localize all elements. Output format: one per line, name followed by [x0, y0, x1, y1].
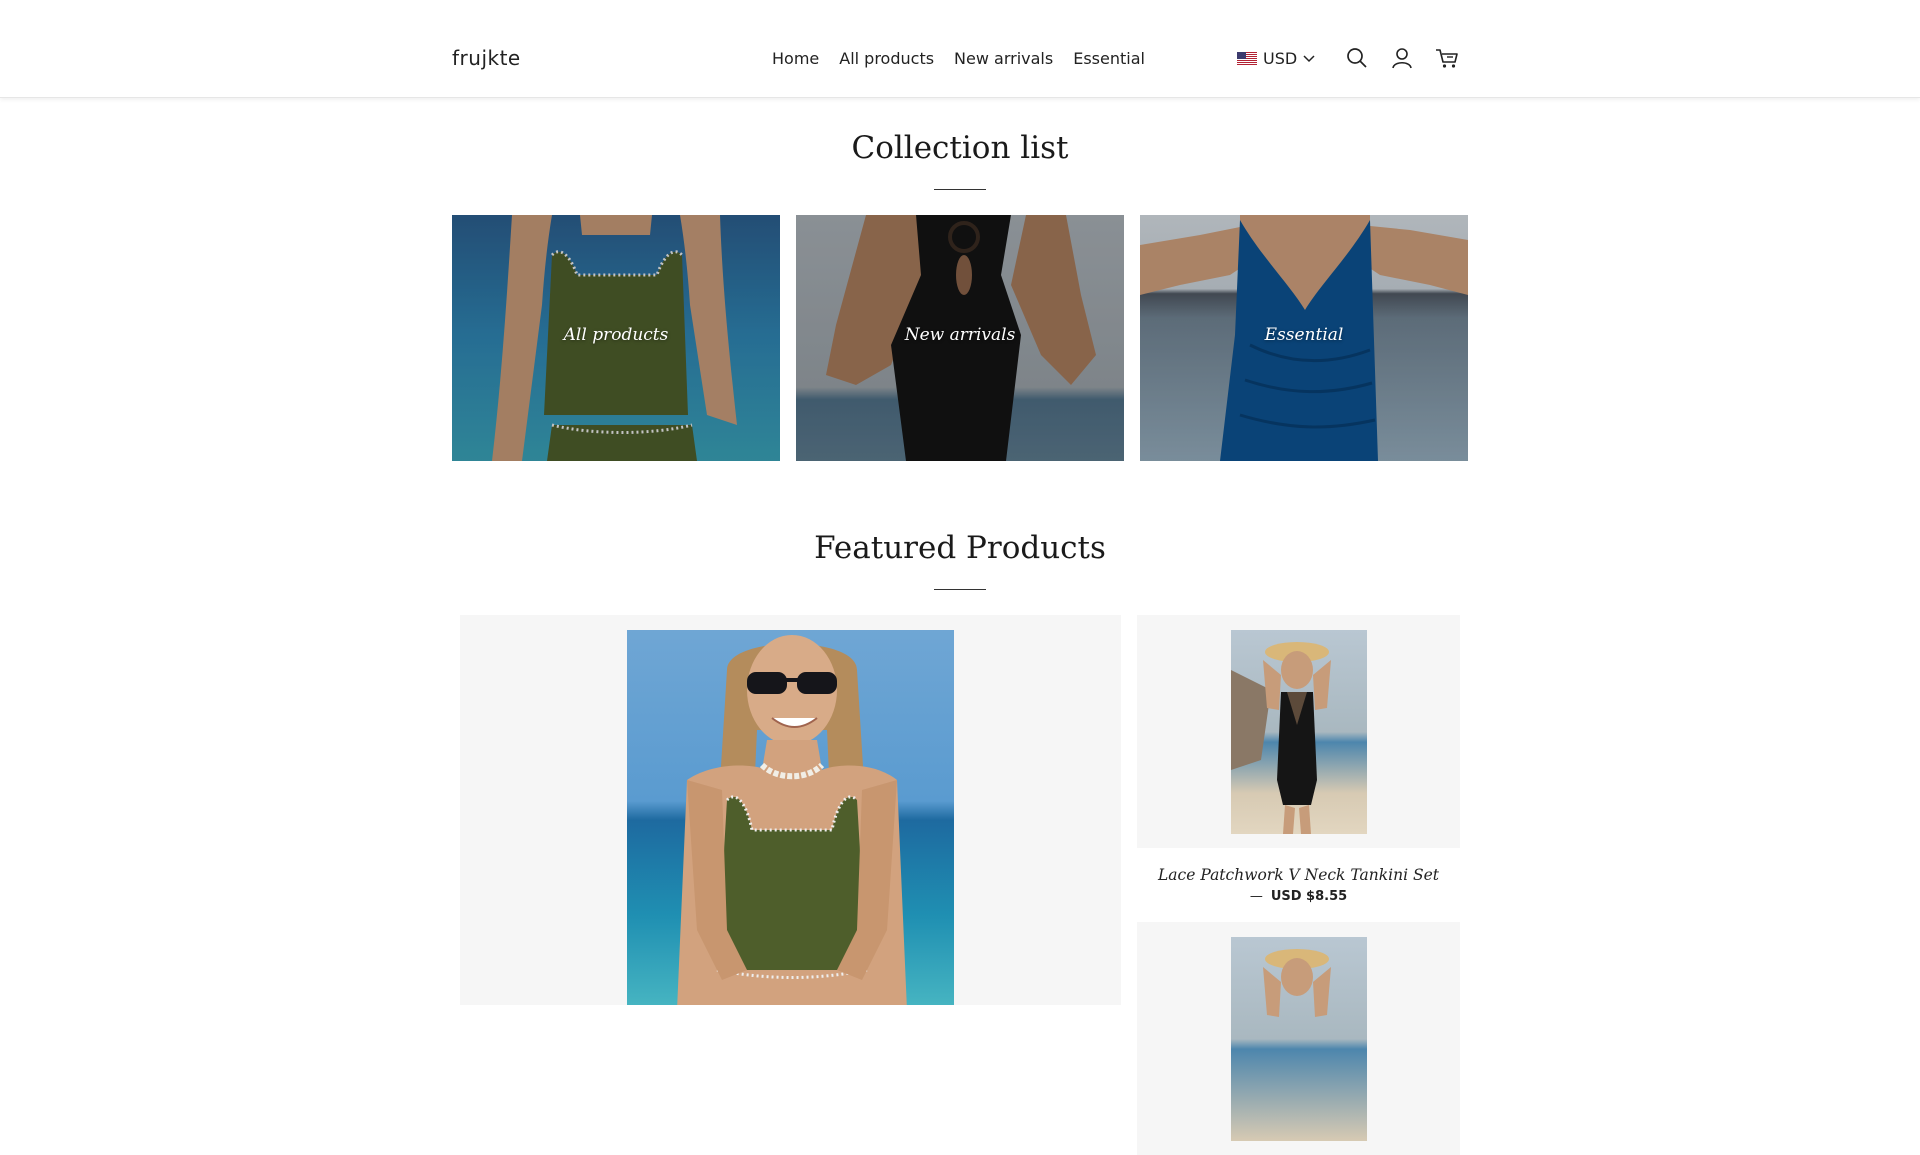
- nav-all-products[interactable]: All products: [829, 49, 944, 69]
- chevron-down-icon: [1303, 54, 1315, 62]
- collection-card-essential[interactable]: Essential: [1140, 215, 1468, 461]
- product-image-lace-tankini: [1231, 630, 1367, 834]
- collection-list-title: Collection list: [851, 130, 1069, 166]
- search-icon[interactable]: [1346, 47, 1370, 71]
- site-header: frujkte Home All products New arrivals E…: [0, 0, 1920, 98]
- main-nav: Home All products New arrivals Essential: [762, 49, 1155, 69]
- collection-label: Essential: [1264, 325, 1344, 345]
- featured-products-title: Featured Products: [814, 530, 1106, 566]
- product-title[interactable]: Lace Patchwork V Neck Tankini Set: [1137, 866, 1460, 884]
- nav-essential[interactable]: Essential: [1063, 49, 1155, 69]
- product-image-second: [1231, 937, 1367, 1141]
- price-value: USD $8.55: [1270, 889, 1348, 904]
- collection-label: All products: [563, 325, 669, 345]
- collection-label: New arrivals: [904, 325, 1016, 345]
- collection-card-new-arrivals[interactable]: New arrivals: [796, 215, 1124, 461]
- currency-selector[interactable]: USD: [1237, 49, 1315, 68]
- nav-new-arrivals[interactable]: New arrivals: [944, 49, 1063, 69]
- price-dash: —: [1249, 889, 1263, 904]
- store-logo[interactable]: frujkte: [452, 46, 521, 70]
- featured-product-card[interactable]: [1137, 615, 1460, 848]
- cart-icon[interactable]: [1435, 47, 1459, 71]
- featured-product-card-2[interactable]: [1137, 922, 1460, 1155]
- title-divider: [934, 189, 986, 190]
- title-divider: [934, 589, 986, 590]
- product-image-green-tankini: [627, 630, 954, 1005]
- collection-card-all-products[interactable]: All products: [452, 215, 780, 461]
- us-flag-icon: [1237, 52, 1257, 65]
- account-icon[interactable]: [1391, 47, 1415, 71]
- product-price: — USD $8.55: [1137, 889, 1460, 904]
- nav-home[interactable]: Home: [762, 49, 829, 69]
- featured-product-large[interactable]: [460, 615, 1121, 1005]
- currency-code: USD: [1263, 49, 1298, 68]
